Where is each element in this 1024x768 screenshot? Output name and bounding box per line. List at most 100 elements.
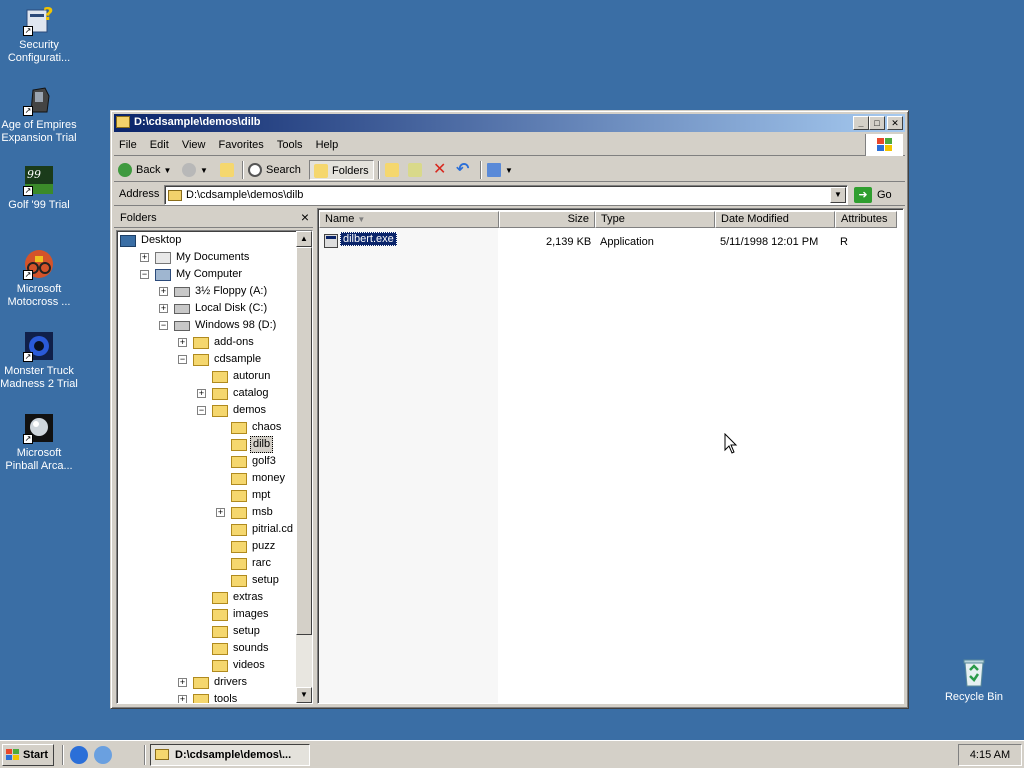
tree-item-label: mpt <box>252 489 271 501</box>
delete-button[interactable]: ✕ <box>433 160 446 180</box>
system-tray-clock[interactable]: 4:15 AM <box>958 744 1022 766</box>
move-to-button[interactable] <box>385 160 403 180</box>
menu-file[interactable]: File <box>114 134 142 151</box>
minimize-button[interactable]: _ <box>853 116 869 130</box>
tree-item[interactable]: + catalog <box>117 385 295 402</box>
desktop-icon-golf-99[interactable]: 99 ↗ Golf '99 Trial <box>0 164 78 212</box>
tree-item-label: puzz <box>252 540 276 552</box>
tree-item[interactable]: rarc <box>117 555 295 572</box>
up-folder-button[interactable] <box>220 160 238 180</box>
tree-item[interactable]: − demos <box>117 402 295 419</box>
expand-icon[interactable]: + <box>197 389 206 398</box>
comp-icon <box>155 269 171 281</box>
close-folders-pane-icon[interactable]: × <box>301 209 309 225</box>
copy-to-button[interactable] <box>408 160 426 180</box>
desktop-icon-security-config[interactable]: ? ↗ Security Configurati... <box>0 4 78 65</box>
tree-item[interactable]: +3½ Floppy (A:) <box>117 283 295 300</box>
expand-icon[interactable]: + <box>216 508 225 517</box>
shortcut-arrow-icon: ↗ <box>23 106 33 116</box>
folder-icon <box>231 575 247 587</box>
quicklaunch-ie-icon[interactable] <box>70 746 88 764</box>
tree-item[interactable]: + Local Disk (C:) <box>117 300 295 317</box>
tree-item-label: add-ons <box>214 336 254 348</box>
desktop-icon-age-of-empires[interactable]: ↗ Age of Empires Expansion Trial <box>0 84 78 145</box>
tree-item[interactable]: + My Documents <box>117 249 295 266</box>
tree-item[interactable]: mpt <box>117 487 295 504</box>
tree-item[interactable]: extras <box>117 589 295 606</box>
tree-item[interactable]: − cdsample <box>117 351 295 368</box>
close-button[interactable]: ✕ <box>887 116 903 130</box>
tree-item[interactable]: pitrial.cd <box>117 521 295 538</box>
menu-tools[interactable]: Tools <box>272 134 308 151</box>
expand-icon[interactable]: + <box>178 338 187 347</box>
tree-item[interactable]: chaos <box>117 419 295 436</box>
column-header-type[interactable]: Type <box>595 211 715 228</box>
desktop-icon-pinball[interactable]: ↗ Microsoft Pinball Arca... <box>0 412 78 473</box>
title-bar[interactable]: D:\cdsample\demos\dilb _ □ ✕ <box>114 114 905 132</box>
tree-item[interactable]: sounds <box>117 640 295 657</box>
address-dropdown-button[interactable]: ▼ <box>830 187 846 203</box>
scroll-down-button[interactable]: ▼ <box>296 687 312 703</box>
quicklaunch-outlook-icon[interactable] <box>94 746 112 764</box>
column-header-attributes[interactable]: Attributes <box>835 211 897 228</box>
collapse-icon[interactable]: − <box>140 270 149 279</box>
tree-item[interactable]: autorun <box>117 368 295 385</box>
desktop-icon-recycle-bin[interactable]: Recycle Bin <box>935 656 1013 704</box>
back-button[interactable]: Back ▼ <box>118 160 171 180</box>
menu-view[interactable]: View <box>177 134 211 151</box>
desktop-icon-monster-truck[interactable]: ↗ Monster Truck Madness 2 Trial <box>0 330 78 391</box>
menu-edit[interactable]: Edit <box>145 134 174 151</box>
tree-item[interactable]: money <box>117 470 295 487</box>
collapse-icon[interactable]: − <box>197 406 206 415</box>
expand-icon[interactable]: + <box>159 287 168 296</box>
folders-button[interactable]: Folders <box>309 160 374 180</box>
address-input[interactable]: D:\cdsample\demos\dilb ▼ <box>164 185 848 205</box>
scroll-thumb[interactable] <box>296 247 312 635</box>
tree-item[interactable]: + add-ons <box>117 334 295 351</box>
tree-item[interactable]: Desktop <box>117 232 295 249</box>
tree-item[interactable]: + drivers <box>117 674 295 691</box>
expand-icon[interactable]: + <box>159 304 168 313</box>
tree-item[interactable]: − Windows 98 (D:) <box>117 317 295 334</box>
folder-tree[interactable]: + tools + drivers videos sounds setup images ext… <box>116 230 313 704</box>
maximize-button[interactable]: □ <box>869 116 885 130</box>
scroll-up-button[interactable]: ▲ <box>296 231 312 247</box>
back-label: Back <box>136 164 161 176</box>
tree-item[interactable]: puzz <box>117 538 295 555</box>
expand-icon[interactable]: + <box>178 678 187 687</box>
menu-help[interactable]: Help <box>311 134 344 151</box>
menu-favorites[interactable]: Favorites <box>214 134 269 151</box>
collapse-icon[interactable]: − <box>159 321 168 330</box>
tree-item[interactable]: setup <box>117 572 295 589</box>
taskbar: Start D:\cdsample\demos\... 4:15 AM <box>0 740 1024 768</box>
search-button[interactable]: Search <box>248 160 301 180</box>
tree-item[interactable]: videos <box>117 657 295 674</box>
taskbar-item-explorer[interactable]: D:\cdsample\demos\... <box>150 744 310 766</box>
column-header-date-modified[interactable]: Date Modified <box>715 211 835 228</box>
tree-item-label: tools <box>214 693 238 704</box>
forward-button[interactable]: ▼ <box>182 160 208 180</box>
file-attributes: R <box>840 236 848 248</box>
start-button[interactable]: Start <box>2 744 54 766</box>
shortcut-arrow-icon: ↗ <box>23 26 33 36</box>
tree-item[interactable]: images <box>117 606 295 623</box>
tree-item[interactable]: dilb <box>117 436 295 453</box>
undo-button[interactable]: ↶ <box>456 160 469 180</box>
views-button[interactable]: ▼ <box>487 160 513 180</box>
tree-item[interactable]: setup <box>117 623 295 640</box>
tree-item[interactable]: + msb <box>117 504 295 521</box>
file-list[interactable]: Name ▼ Size Type Date Modified Attribute… <box>317 208 904 704</box>
collapse-icon[interactable]: − <box>178 355 187 364</box>
tree-scrollbar[interactable]: ▲ ▼ <box>296 231 312 703</box>
column-header-size[interactable]: Size <box>499 211 595 228</box>
file-name: dilbert.exe <box>340 232 397 246</box>
tree-item[interactable]: + tools <box>117 691 295 704</box>
expand-icon[interactable]: + <box>178 695 187 703</box>
go-button[interactable]: ➜ Go <box>854 185 892 205</box>
tree-item[interactable]: golf3 <box>117 453 295 470</box>
folder-icon <box>212 405 228 417</box>
expand-icon[interactable]: + <box>140 253 149 262</box>
desktop-icon-motocross[interactable]: ↗ Microsoft Motocross ... <box>0 248 78 309</box>
column-header-name[interactable]: Name ▼ <box>319 211 499 228</box>
tree-item[interactable]: − My Computer <box>117 266 295 283</box>
